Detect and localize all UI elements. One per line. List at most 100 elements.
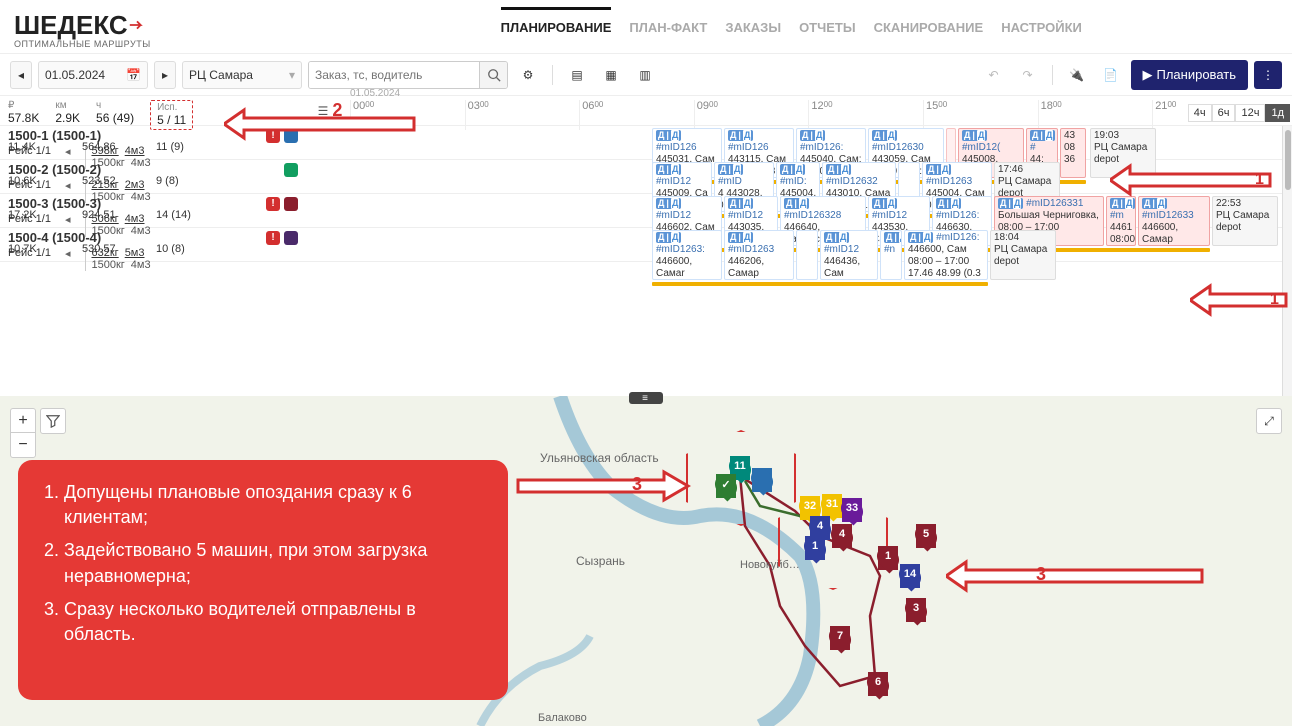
redo-button[interactable]: ↷ [1014,61,1042,89]
map-marker[interactable]: 1 [878,546,898,570]
timeline-task[interactable]: Д |Д #mID126:446600, Сам08:00 – 17:0017.… [904,230,988,280]
time-axis-date: 01.05.2024 [350,88,400,99]
date-prev-button[interactable]: ◂ [10,61,32,89]
nav-scanning[interactable]: СКАНИРОВАНИЕ [874,20,984,52]
anno-item-1: Допущены плановые опоздания сразу к 6 кл… [64,480,482,530]
undo-button[interactable]: ↶ [980,61,1008,89]
map-marker[interactable]: ✓ [716,474,736,498]
map-marker[interactable]: 1 [805,536,825,560]
route-timeline: Д |Д #mID12445009, Са08:00 – 17:39.66 (0… [310,160,1292,193]
timeline-task[interactable]: Д |Д #n [880,230,902,280]
nav-reports[interactable]: ОТЧЕТЫ [799,20,856,52]
redo-icon: ↷ [1022,68,1032,82]
plan-more-button[interactable]: ⋮ [1254,61,1282,89]
date-next-button[interactable]: ▸ [154,61,176,89]
map-marker[interactable]: 31 [822,494,842,518]
scale-12h[interactable]: 12ч [1235,104,1265,122]
map-marker[interactable] [752,468,772,492]
search-input-wrap [308,61,508,89]
nav-settings[interactable]: НАСТРОЙКИ [1001,20,1082,52]
timeline-task[interactable]: Д |Д #mID1263446206, Самар08:00 – 17:002… [724,230,794,280]
annotation-callout: Допущены плановые опоздания сразу к 6 кл… [18,460,508,700]
search-input[interactable] [309,62,479,88]
timeline-task[interactable]: Д |Д #mID12446436, Сам08:00 – 17:060.95 … [820,230,878,280]
tool-button-b[interactable]: 📄 [1097,61,1125,89]
gear-icon: ⚙ [523,68,534,82]
logo-text: ШЕДЕКС [14,10,128,41]
app-logo: ШЕДЕКС ОПТИМАЛЬНЫЕ МАРШРУТЫ [14,10,151,49]
page-icon: 📄 [1103,68,1118,82]
scale-1d[interactable]: 1д [1265,104,1290,122]
funnel-icon[interactable]: ☰ [318,104,329,118]
list-icon: ▤ [571,68,582,82]
expand-icon: ⤢ [1264,414,1274,429]
city-balakovo: Балаково [538,712,587,724]
summary-hours-hdr: ч [96,100,134,111]
play-icon: ▶ [1143,67,1153,83]
route-row[interactable]: 1500-3 (1500-3) ! Рейс 1/1 ◂ 506кг4м3 15… [0,194,1292,228]
search-button[interactable] [479,62,507,88]
routes-area: 1500-1 (1500-1) ! Рейс 1/1 ◂ 598кг4м3 15… [0,126,1292,396]
scale-select: 4ч 6ч 12ч 1д [1188,104,1290,122]
scale-4h[interactable]: 4ч [1188,104,1212,122]
chevron-down-icon: ▾ [289,68,295,82]
logo-arrow-icon [128,10,146,41]
summary-km-hdr: км [55,100,80,111]
summary-cost-val: 57.8K [8,111,39,125]
summary-km-val: 2.9K [55,111,80,125]
nav-planfact[interactable]: ПЛАН-ФАКТ [629,20,707,52]
date-picker[interactable]: 01.05.2024 📅 [38,61,148,89]
date-value: 01.05.2024 [45,68,105,82]
map-filter-button[interactable] [40,408,66,434]
main-nav: ПЛАНИРОВАНИЕ ПЛАН-ФАКТ ЗАКАЗЫ ОТЧЕТЫ СКА… [501,10,1082,52]
undo-icon: ↶ [988,68,998,82]
routes-scrollbar[interactable] [1282,126,1292,396]
map-marker[interactable]: 33 [842,498,862,522]
map-marker[interactable]: 5 [916,524,936,548]
plug-icon: 🔌 [1069,68,1084,82]
nav-planning[interactable]: ПЛАНИРОВАНИЕ [501,7,612,52]
plan-button[interactable]: ▶ Планировать [1131,60,1249,90]
map-marker[interactable]: 14 [900,564,920,588]
map-marker[interactable]: 4 [832,524,852,548]
plan-label: Планировать [1157,67,1237,82]
route-row[interactable]: 1500-4 (1500-4) ! Рейс 1/1 ◂ 632кг5м3 15… [0,228,1292,262]
summary-hours-val: 56 (49) [96,111,134,125]
nav-orders[interactable]: ЗАКАЗЫ [725,20,781,52]
route-row[interactable]: 1500-2 (1500-2) Рейс 1/1 ◂ 215кг2м3 1500… [0,160,1292,194]
funnel-icon [46,414,60,428]
tool-button-a[interactable]: 🔌 [1063,61,1091,89]
annotation-marker-2: 2 [332,100,342,121]
route-timeline: Д |Д #mID1263:446600, Самаr08:00 – 17:00… [310,228,1292,261]
layout-button-3[interactable]: ▥ [631,61,659,89]
anno-item-3: Сразу несколько водителей отправлены в о… [64,597,482,647]
map-resize-handle[interactable]: ≡ [629,392,663,404]
map-expand-button[interactable]: ⤢ [1256,408,1282,434]
layout-button-1[interactable]: ▤ [563,61,591,89]
route-duration-bar [652,282,988,286]
depot-card[interactable]: 18:04РЦ Самараdepot [990,230,1056,280]
map-marker[interactable]: 7 [830,626,850,650]
route-timeline: Д |Д #mID126445031, Сам08:00 – 17:01 (0.… [310,126,1292,159]
logo-subtitle: ОПТИМАЛЬНЫЕ МАРШРУТЫ [14,39,151,49]
grid-icon: ▦ [605,68,616,82]
summary-used-val: 5 / 11 [157,113,186,127]
layout-button-2[interactable]: ▦ [597,61,625,89]
dots-icon: ⋮ [1262,68,1274,82]
list2-icon: ▥ [639,68,650,82]
settings-gear-button[interactable]: ⚙ [514,61,542,89]
map-marker[interactable]: 6 [868,672,888,696]
summary-used-hdr: Исп. [157,102,186,113]
map-zoom-in[interactable]: + [11,409,35,433]
map-zoom-out[interactable]: − [11,433,35,457]
timeline-task[interactable] [796,230,818,280]
calendar-icon: 📅 [126,68,141,82]
search-icon [487,68,501,82]
route-timeline: Д |Д #mID12446602, Сам08:00 – 17:080.44 … [310,194,1292,227]
scale-6h[interactable]: 6ч [1212,104,1236,122]
map-marker[interactable]: 3 [906,598,926,622]
route-row[interactable]: 1500-1 (1500-1) ! Рейс 1/1 ◂ 598кг4м3 15… [0,126,1292,160]
warehouse-select[interactable]: РЦ Самара ▾ [182,61,302,89]
city-ulyanovsk: Ульяновская область [540,451,659,465]
timeline-task[interactable]: Д |Д #mID1263:446600, Самаr08:00 – 17:00… [652,230,722,280]
